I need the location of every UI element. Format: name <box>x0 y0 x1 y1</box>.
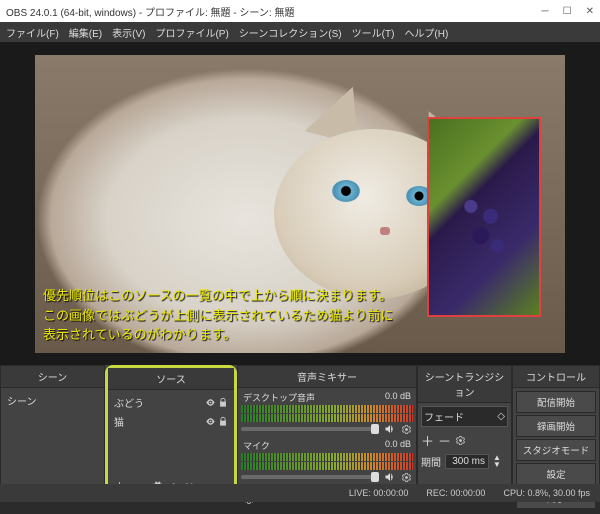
transitions-title: シーントランジション <box>418 366 511 403</box>
audio-meter <box>241 453 413 461</box>
settings-button[interactable]: 設定 <box>516 463 596 485</box>
start-recording-button[interactable]: 録画開始 <box>516 415 596 437</box>
close-button[interactable]: ✕ <box>586 6 594 17</box>
menu-bar: ファイル(F) 編集(E) 表示(V) プロファイル(P) シーンコレクション(… <box>0 22 600 42</box>
menu-edit[interactable]: 編集(E) <box>69 25 102 40</box>
cat-nose-icon <box>380 227 390 235</box>
volume-slider[interactable] <box>241 475 379 479</box>
window-title: OBS 24.0.1 (64-bit, windows) - プロファイル: 無… <box>6 4 294 19</box>
mixer-track: マイク 0.0 dB <box>241 439 413 483</box>
menu-scene-collection[interactable]: シーンコレクション(S) <box>239 25 342 40</box>
overlay-line: この画像ではぶどうが上側に表示されているため猫より前に <box>43 306 393 326</box>
status-rec: REC: 00:00:00 <box>426 488 485 498</box>
source-item-label: 猫 <box>114 414 124 429</box>
status-cpu: CPU: 0.8%, 30.00 fps <box>503 488 590 498</box>
mixer-track-label: マイク <box>243 439 270 452</box>
overlay-annotation: 優先順位はこのソースの一覧の中で上から順に決まります。 この画像ではぶどうが上側… <box>43 286 393 345</box>
mixer-track-label: デスクトップ音声 <box>243 391 315 404</box>
source-list-item[interactable]: 猫 <box>111 412 231 431</box>
menu-tools[interactable]: ツール(T) <box>352 25 395 40</box>
audio-meter <box>241 462 413 470</box>
minimize-button[interactable]: ─ <box>542 6 549 17</box>
scene-item-label: シーン <box>7 393 37 408</box>
mixer-track: デスクトップ音声 0.0 dB <box>241 391 413 435</box>
audio-meter <box>241 414 413 422</box>
start-streaming-button[interactable]: 配信開始 <box>516 391 596 413</box>
duration-label: 期間 <box>421 454 441 469</box>
volume-slider[interactable] <box>241 427 379 431</box>
lock-icon[interactable] <box>218 397 228 408</box>
lock-icon[interactable] <box>218 416 228 427</box>
scenes-panel-title: シーン <box>1 366 104 388</box>
menu-view[interactable]: 表示(V) <box>112 25 145 40</box>
track-settings-button[interactable] <box>401 472 413 483</box>
transition-properties-button[interactable] <box>455 435 466 446</box>
scenes-panel: シーン シーン ＋ － ∧ ∨ <box>0 365 105 502</box>
cat-eye-icon <box>332 180 360 202</box>
audio-meter <box>241 405 413 413</box>
mute-button[interactable] <box>383 423 397 435</box>
mute-button[interactable] <box>383 471 397 483</box>
source-grapes-image[interactable] <box>427 117 541 317</box>
audio-mixer-title: 音声ミキサー <box>238 366 416 388</box>
controls-title: コントロール <box>513 366 599 388</box>
source-item-label: ぶどう <box>114 395 144 410</box>
menu-help[interactable]: ヘルプ(H) <box>404 25 448 40</box>
studio-mode-button[interactable]: スタジオモード <box>516 439 596 461</box>
scene-canvas[interactable]: 優先順位はこのソースの一覧の中で上から順に決まります。 この画像ではぶどうが上側… <box>35 55 565 353</box>
duration-stepper[interactable]: ▲▼ <box>493 455 501 468</box>
overlay-line: 優先順位はこのソースの一覧の中で上から順に決まります。 <box>43 286 393 306</box>
remove-transition-button[interactable]: － <box>438 431 451 450</box>
sources-panel-title: ソース <box>108 368 234 390</box>
preview-area[interactable]: 優先順位はこのソースの一覧の中で上から順に決まります。 この画像ではぶどうが上側… <box>0 42 600 365</box>
dock-panels: シーン シーン ＋ － ∧ ∨ ソース ぶどう <box>0 365 600 502</box>
visibility-icon[interactable] <box>205 416 216 427</box>
transitions-panel: シーントランジション フェード ◇ ＋ － 期間 ▲▼ <box>417 365 512 502</box>
visibility-icon[interactable] <box>205 397 216 408</box>
track-settings-button[interactable] <box>401 424 413 435</box>
scene-list-item[interactable]: シーン <box>4 391 101 410</box>
duration-input[interactable] <box>445 454 489 469</box>
controls-panel: コントロール 配信開始 録画開始 スタジオモード 設定 終了 <box>512 365 600 502</box>
transition-select[interactable]: フェード ◇ <box>421 406 508 427</box>
menu-profile[interactable]: プロファイル(P) <box>155 25 228 40</box>
source-list-item[interactable]: ぶどう <box>111 393 231 412</box>
mixer-track-db: 0.0 dB <box>385 391 411 404</box>
overlay-line: 表示されているのがわかります。 <box>43 325 393 345</box>
add-transition-button[interactable]: ＋ <box>421 431 434 450</box>
mixer-track-db: 0.0 dB <box>385 439 411 452</box>
sources-panel: ソース ぶどう 猫 <box>105 365 237 502</box>
maximize-button[interactable]: ☐ <box>563 6 572 17</box>
chevron-down-icon: ◇ <box>497 411 505 422</box>
status-live: LIVE: 00:00:00 <box>349 488 409 498</box>
status-bar: LIVE: 00:00:00 REC: 00:00:00 CPU: 0.8%, … <box>0 484 600 502</box>
audio-mixer-panel: 音声ミキサー デスクトップ音声 0.0 dB <box>237 365 417 502</box>
menu-file[interactable]: ファイル(F) <box>6 25 59 40</box>
window-titlebar: OBS 24.0.1 (64-bit, windows) - プロファイル: 無… <box>0 0 600 22</box>
transition-selected: フェード <box>424 409 464 424</box>
